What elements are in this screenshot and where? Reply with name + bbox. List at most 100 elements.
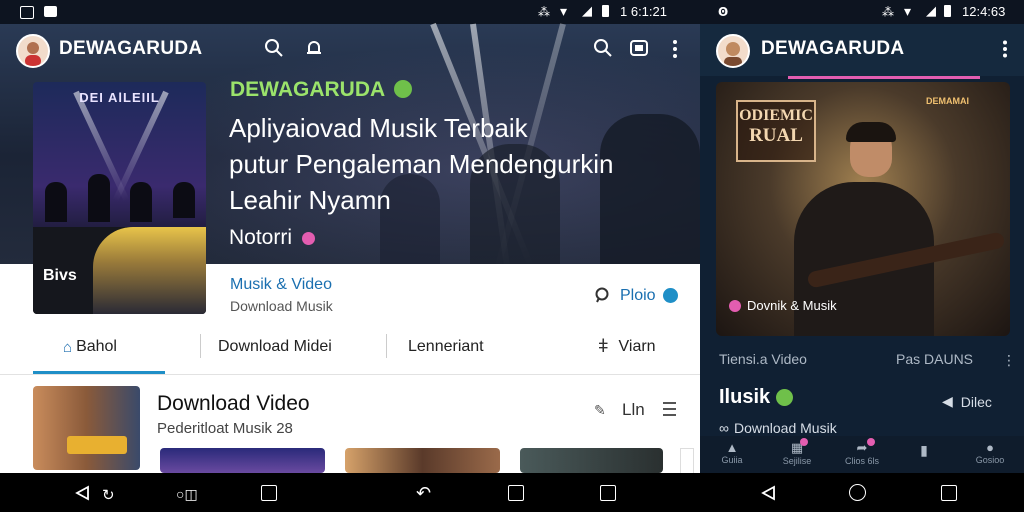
more-vert-icon[interactable] bbox=[672, 39, 678, 59]
divider bbox=[0, 374, 700, 375]
profile-avatar[interactable] bbox=[16, 34, 50, 68]
nav-item-guide[interactable]: ▲ Guiia bbox=[714, 440, 750, 465]
tab-view[interactable]: ǂ Viarn bbox=[598, 336, 656, 357]
album-badge: Bivs bbox=[43, 267, 77, 284]
speaker-icon: ◀ bbox=[942, 393, 953, 409]
home-icon[interactable] bbox=[849, 484, 866, 501]
hero-brand: DEWAGARUDA bbox=[230, 78, 413, 102]
video-thumbnail[interactable] bbox=[160, 448, 325, 473]
album-art[interactable]: DEI AlLEIIL Bivs bbox=[33, 82, 206, 314]
nav-item-library[interactable]: ▮ bbox=[914, 442, 934, 459]
nav-item-clips[interactable]: ➦ Clios 6ls bbox=[838, 438, 886, 466]
system-nav-bar: ↻ ○◫ ↶ bbox=[0, 473, 1024, 512]
link-icon: ∞ bbox=[719, 420, 729, 436]
meta-right: Pas DAUNS bbox=[896, 351, 974, 367]
battery-icon bbox=[602, 5, 609, 17]
tab-home[interactable]: ⌂ Bahol bbox=[63, 338, 117, 356]
left-screen: ⁂ ▾ ◢ 1 6:1:21 DEWAGARUDA DEWAGARUDA Apl… bbox=[0, 0, 700, 473]
wifi-icon: ▾ bbox=[904, 3, 912, 19]
video-thumbnail[interactable] bbox=[33, 386, 140, 470]
wifi-icon: ▾ bbox=[560, 3, 568, 19]
progress-accent bbox=[788, 76, 980, 79]
overview-icon[interactable] bbox=[261, 485, 277, 501]
share-icon: ➦ bbox=[838, 438, 886, 456]
back-icon[interactable] bbox=[74, 485, 90, 501]
app-title: DEWAGARUDA bbox=[761, 38, 905, 59]
status-time: 12:4:63 bbox=[962, 4, 1006, 19]
headline-line: Leahir Nyamn bbox=[229, 185, 391, 215]
battery-icon bbox=[944, 5, 951, 17]
tab-download[interactable]: Download Midei bbox=[218, 338, 332, 356]
overview-icon[interactable] bbox=[941, 485, 957, 501]
hero-headline: Apliyaiovad Musik Terbaik putur Pengalem… bbox=[229, 110, 689, 218]
person-icon: ● bbox=[986, 440, 994, 455]
signal-icon: ◢ bbox=[582, 3, 592, 18]
list-count: Lln bbox=[622, 400, 645, 419]
pin-icon: ǂ bbox=[598, 336, 609, 356]
gallery-icon bbox=[20, 6, 34, 19]
section-title: Ilusik bbox=[719, 386, 771, 408]
video-thumbnail[interactable] bbox=[345, 448, 500, 473]
headline-line: Apliyaiovad Musik Terbaik bbox=[229, 113, 528, 143]
verified-icon bbox=[394, 80, 413, 98]
play-action[interactable]: Ploio bbox=[620, 287, 656, 305]
category-link[interactable]: Musik & Video bbox=[230, 276, 332, 294]
image-icon bbox=[44, 6, 57, 17]
section-action[interactable]: ◀ Dilec bbox=[942, 393, 992, 410]
book-icon: ▮ bbox=[920, 442, 928, 458]
vibrate-icon: ⁂ bbox=[538, 5, 550, 19]
tab-divider bbox=[200, 334, 201, 358]
overview-icon[interactable] bbox=[600, 485, 616, 501]
featured-art[interactable]: DEMAMAI ODIEMIC RUAL Dovnik & Musik bbox=[716, 82, 1010, 336]
list-subtitle: Pederitloat Musik 28 bbox=[157, 420, 293, 437]
compass-icon: ▲ bbox=[725, 440, 739, 455]
section-header: Ilusik bbox=[719, 386, 794, 409]
undo-icon[interactable]: ↶ bbox=[416, 483, 431, 504]
more-vert-icon[interactable] bbox=[1002, 40, 1008, 58]
video-thumbnail[interactable] bbox=[520, 448, 663, 473]
edit-icon[interactable]: ✎ bbox=[594, 402, 606, 419]
recents-icon[interactable]: ○◫ bbox=[176, 486, 198, 503]
art-title-box: ODIEMIC RUAL bbox=[736, 100, 816, 162]
tab-library[interactable]: Lenneriant bbox=[408, 338, 484, 356]
meta-left: Tiensi.a Video bbox=[719, 351, 807, 367]
headline-line: putur Pengaleman Mendengurkin bbox=[229, 149, 614, 179]
list-title[interactable]: Download Video bbox=[157, 392, 310, 416]
video-thumbnail[interactable] bbox=[680, 448, 694, 473]
hero-sub: Notorri bbox=[229, 226, 315, 250]
nav-item-series[interactable]: ▦ Sejilise bbox=[776, 438, 818, 466]
vibrate-icon: ⁂ bbox=[882, 5, 894, 19]
verified-icon bbox=[776, 389, 794, 406]
status-bar: Ꙩ ⁂ ▾ ◢ 12:4:63 bbox=[700, 0, 1024, 24]
menu-icon[interactable] bbox=[663, 402, 676, 416]
right-screen: Ꙩ ⁂ ▾ ◢ 12:4:63 DEWAGARUDA DEMAMAI ODIEM… bbox=[700, 0, 1024, 473]
more-icon[interactable]: ⋮ bbox=[1002, 352, 1016, 369]
album-title: DEI AlLEIIL bbox=[79, 90, 160, 105]
pink-dot-icon bbox=[729, 299, 741, 312]
calendar-icon: ▦ bbox=[776, 438, 818, 456]
overview-icon[interactable] bbox=[508, 485, 524, 501]
signal-icon: ◢ bbox=[926, 3, 936, 18]
bell-icon[interactable] bbox=[304, 38, 324, 58]
art-label: Dovnik & Musik bbox=[729, 298, 837, 313]
search-icon[interactable] bbox=[264, 38, 284, 58]
art-top-text: DEMAMAI bbox=[926, 96, 969, 106]
redo-icon[interactable]: ↻ bbox=[102, 486, 115, 504]
nav-item-profile[interactable]: ● Gosioo bbox=[970, 440, 1010, 465]
pink-dot-icon bbox=[301, 232, 315, 245]
status-time: 1 6:1:21 bbox=[620, 4, 667, 19]
chat-icon[interactable] bbox=[594, 287, 610, 303]
back-icon[interactable] bbox=[760, 485, 776, 501]
app-title: DEWAGARUDA bbox=[59, 38, 203, 59]
notification-icon: Ꙩ bbox=[718, 5, 729, 19]
artist-photo bbox=[93, 227, 206, 314]
status-bar: ⁂ ▾ ◢ 1 6:1:21 bbox=[0, 0, 700, 24]
home-icon: ⌂ bbox=[63, 338, 73, 356]
category-desc: Download Musik bbox=[230, 298, 333, 314]
cast-icon[interactable] bbox=[629, 38, 649, 58]
search-icon[interactable] bbox=[593, 38, 613, 58]
profile-avatar[interactable] bbox=[716, 34, 750, 68]
play-circle-icon[interactable] bbox=[663, 288, 678, 303]
section-sub: ∞ Download Musik bbox=[719, 420, 837, 436]
tab-divider bbox=[386, 334, 387, 358]
